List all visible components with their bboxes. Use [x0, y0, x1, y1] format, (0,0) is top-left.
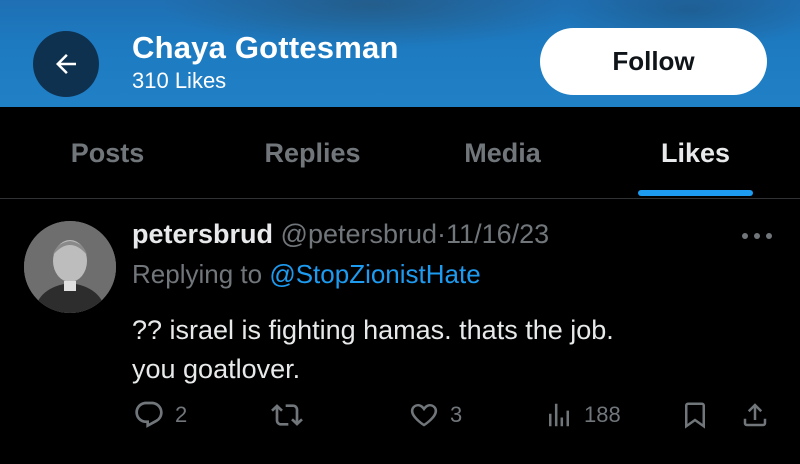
- tab-replies[interactable]: Replies: [245, 107, 380, 199]
- profile-name: Chaya Gottesman: [132, 30, 399, 65]
- more-options-button[interactable]: [740, 229, 774, 247]
- back-button[interactable]: [33, 31, 99, 97]
- more-icon: [742, 233, 772, 239]
- bookmark-icon: [685, 402, 705, 429]
- post-text-line: ?? israel is fighting hamas. thats the j…: [132, 315, 614, 345]
- post-actions: 2 3 188: [0, 399, 800, 443]
- active-tab-indicator: [638, 190, 753, 196]
- author-handle[interactable]: @petersbrud: [281, 219, 438, 249]
- separator-dot: ·: [437, 219, 447, 249]
- replying-to-label: Replying to: [132, 259, 263, 289]
- repost-button[interactable]: [270, 399, 314, 431]
- share-button[interactable]: [740, 399, 770, 431]
- replying-to-mention[interactable]: @StopZionistHate: [269, 259, 480, 289]
- avatar[interactable]: [24, 221, 116, 313]
- views-count: 188: [584, 402, 621, 427]
- follow-button[interactable]: Follow: [540, 28, 767, 95]
- views-chart-icon: [549, 403, 569, 427]
- tab-posts[interactable]: Posts: [40, 107, 175, 199]
- profile-header: Chaya Gottesman 310 Likes Follow: [0, 0, 800, 107]
- post-text: ?? israel is fighting hamas. thats the j…: [132, 311, 752, 389]
- author-name[interactable]: petersbrud: [132, 219, 273, 249]
- profile-tabs: Posts Replies Media Likes: [0, 107, 800, 199]
- avatar-photo: [24, 221, 116, 313]
- views-button[interactable]: 188: [544, 399, 621, 431]
- bookmark-button[interactable]: [680, 399, 710, 431]
- tab-media[interactable]: Media: [435, 107, 570, 199]
- reply-button[interactable]: 2: [133, 399, 187, 431]
- heart-icon: [410, 404, 438, 427]
- post[interactable]: petersbrud @petersbrud·11/16/23 Replying…: [0, 199, 800, 464]
- reply-count: 2: [175, 402, 188, 427]
- like-count: 3: [450, 402, 463, 427]
- replying-to: Replying to @StopZionistHate: [132, 259, 481, 290]
- share-icon: [743, 403, 767, 427]
- likes-count: 310 Likes: [132, 68, 227, 93]
- tab-likes[interactable]: Likes: [628, 107, 763, 199]
- post-header: petersbrud @petersbrud·11/16/23: [132, 219, 549, 250]
- like-button[interactable]: 3: [408, 399, 462, 431]
- arrow-left-icon: [56, 54, 76, 74]
- post-date[interactable]: 11/16/23: [446, 219, 549, 249]
- post-text-line: you goatlover.: [132, 354, 301, 384]
- repost-icon: [271, 404, 303, 426]
- reply-icon: [135, 401, 163, 428]
